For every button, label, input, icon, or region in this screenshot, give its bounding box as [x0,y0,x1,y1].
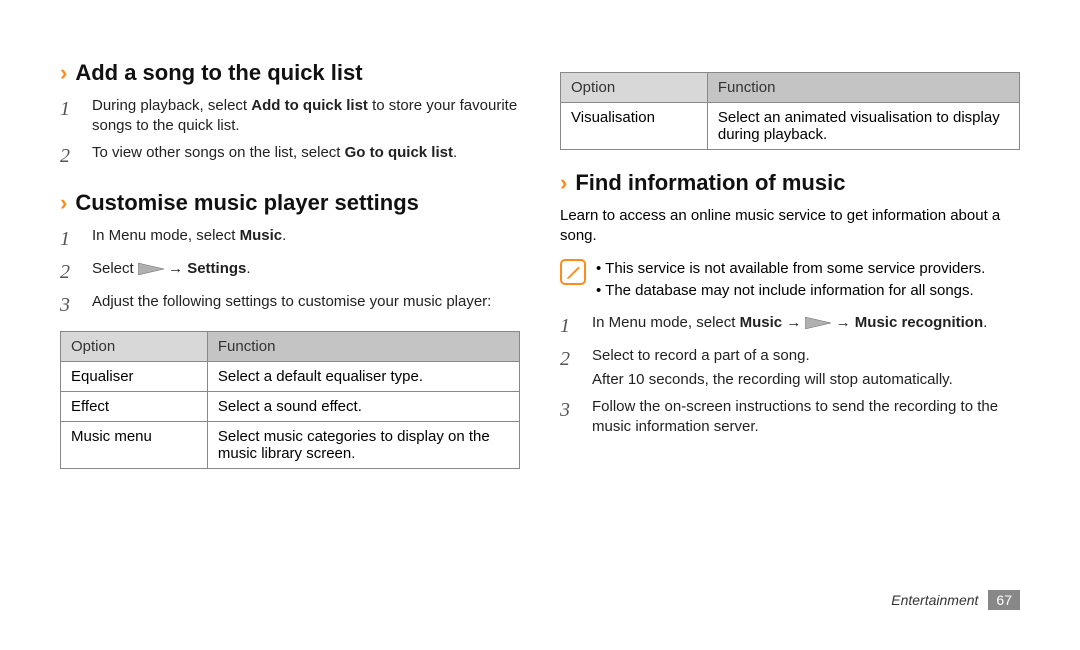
note-block: This service is not available from some … [560,257,1020,304]
note-icon [560,259,586,285]
step-number: 1 [560,313,578,340]
step-item: 3 Follow the on-screen instructions to s… [560,397,1020,438]
cell-function: Select a sound effect. [207,391,519,421]
arrow-text: → [782,314,805,331]
step-number: 2 [560,346,578,391]
step-item: 2 Select → Settings. [60,259,520,286]
page-footer: Entertainment 67 [891,590,1020,610]
table-row: Effect Select a sound effect. [61,391,520,421]
table-header-row: Option Function [561,73,1020,103]
chevron-right-icon: › [560,172,567,194]
settings-table: Option Function Equaliser Select a defau… [60,331,520,469]
arrow-text: → [831,314,854,331]
cell-option: Visualisation [561,103,708,150]
table-row: Music menu Select music categories to di… [61,421,520,468]
section-intro: Learn to access an online music service … [560,206,1020,247]
step-number: 2 [60,259,78,286]
step-item: 2 Select to record a part of a song. Aft… [560,346,1020,391]
col-option: Option [61,331,208,361]
cell-function: Select a default equaliser type. [207,361,519,391]
bold-text: Music [240,227,283,244]
settings-table-cont: Option Function Visualisation Select an … [560,72,1020,150]
cell-option: Effect [61,391,208,421]
text: Select to record a part of a song. [592,347,810,364]
text: . [453,144,457,161]
text: . [282,227,286,244]
step-item: 2 To view other songs on the list, selec… [60,143,520,170]
col-function: Function [207,331,519,361]
table-row: Visualisation Select an animated visuali… [561,103,1020,150]
step-body: Adjust the following settings to customi… [92,292,520,319]
footer-page-number: 67 [988,590,1020,610]
cell-option: Equaliser [61,361,208,391]
cell-function: Select an animated visualisation to disp… [707,103,1019,150]
col-option: Option [561,73,708,103]
list-item: This service is not available from some … [596,259,985,279]
text: In Menu mode, select [592,314,740,331]
step-body: Select to record a part of a song. After… [592,346,1020,391]
step-item: 1 In Menu mode, select Music. [60,226,520,253]
text: . [983,314,987,331]
chevron-right-icon: › [60,192,67,214]
step-body: Follow the on-screen instructions to sen… [592,397,1020,438]
arrow-text: → [164,260,187,277]
text: In Menu mode, select [92,227,240,244]
bold-text: Music [740,314,783,331]
left-column: › Add a song to the quick list 1 During … [60,60,520,580]
text: . [246,260,250,277]
table-row: Equaliser Select a default equaliser typ… [61,361,520,391]
text: Select [92,260,138,277]
step-body: During playback, select Add to quick lis… [92,96,520,137]
cell-option: Music menu [61,421,208,468]
step-number: 1 [60,226,78,253]
manual-page: › Add a song to the quick list 1 During … [0,0,1080,610]
cell-function: Select music categories to display on th… [207,421,519,468]
step-number: 2 [60,143,78,170]
step-item: 3 Adjust the following settings to custo… [60,292,520,319]
bold-text: Go to quick list [345,144,453,161]
col-function: Function [707,73,1019,103]
step-number: 3 [60,292,78,319]
section-add-song: › Add a song to the quick list [60,60,520,86]
section-title: Find information of music [575,170,845,196]
section-title: Add a song to the quick list [75,60,362,86]
step-item: 1 In Menu mode, select Music → → Music r… [560,313,1020,340]
right-column: Option Function Visualisation Select an … [560,60,1020,580]
play-triangle-icon [138,261,164,281]
step-item: 1 During playback, select Add to quick l… [60,96,520,137]
section-customise: › Customise music player settings [60,190,520,216]
section-title: Customise music player settings [75,190,419,216]
step-number: 1 [60,96,78,137]
play-triangle-icon [805,315,831,335]
bold-text: Settings [187,260,246,277]
step-body: To view other songs on the list, select … [92,143,520,170]
table-header-row: Option Function [61,331,520,361]
step-number: 3 [560,397,578,438]
step-body: In Menu mode, select Music. [92,226,520,253]
text: During playback, select [92,97,251,114]
list-item: The database may not include information… [596,281,985,301]
chevron-right-icon: › [60,62,67,84]
section-find-info: › Find information of music [560,170,1020,196]
text: To view other songs on the list, select [92,144,345,161]
step-body: In Menu mode, select Music → → Music rec… [592,313,1020,340]
step-sub: After 10 seconds, the recording will sto… [592,370,1020,390]
footer-category: Entertainment [891,592,978,608]
note-list: This service is not available from some … [596,257,985,304]
bold-text: Music recognition [855,314,983,331]
step-body: Select → Settings. [92,259,520,286]
bold-text: Add to quick list [251,97,368,114]
